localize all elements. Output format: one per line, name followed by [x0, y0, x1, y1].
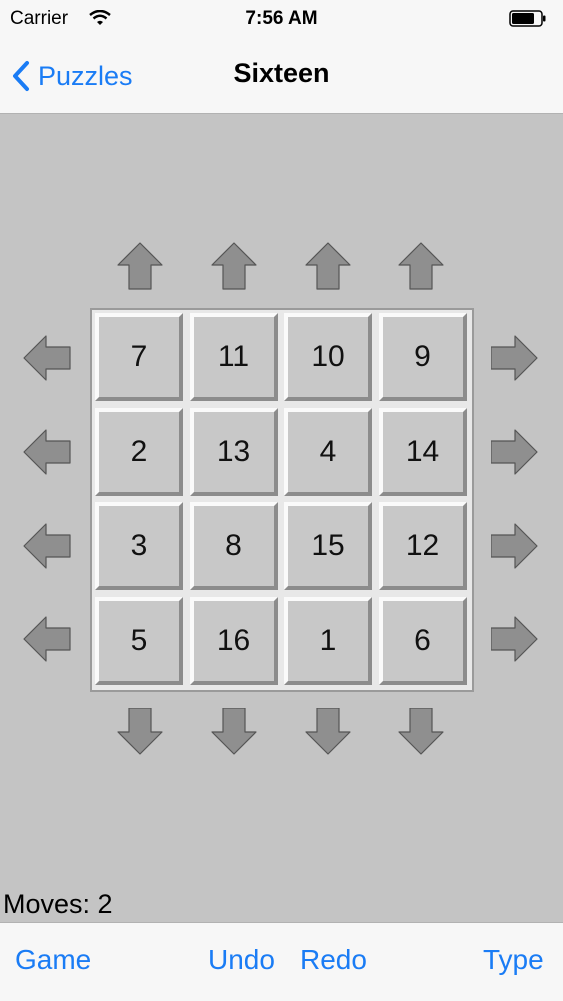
undo-button[interactable]: Undo — [208, 944, 275, 976]
arrow-left-icon[interactable] — [22, 615, 72, 665]
arrow-down-icon[interactable] — [210, 708, 260, 758]
tile[interactable]: 15 — [284, 502, 372, 590]
arrow-left-icon[interactable] — [22, 334, 72, 384]
arrow-right-icon[interactable] — [491, 428, 541, 478]
moves-counter: Moves: 2 — [3, 889, 113, 919]
redo-button[interactable]: Redo — [300, 944, 367, 976]
arrow-right-icon[interactable] — [491, 615, 541, 665]
arrow-right-icon[interactable] — [491, 522, 541, 572]
arrow-down-icon[interactable] — [304, 708, 354, 758]
arrow-right-icon[interactable] — [491, 334, 541, 384]
tile[interactable]: 9 — [378, 313, 467, 401]
tile[interactable]: 4 — [284, 407, 372, 496]
page-title: Sixteen — [233, 58, 330, 88]
battery-icon — [509, 10, 546, 27]
arrow-down-icon[interactable] — [397, 708, 447, 758]
type-button[interactable]: Type — [483, 944, 544, 976]
arrow-up-icon[interactable] — [210, 241, 260, 291]
arrow-down-icon[interactable] — [116, 708, 166, 758]
puzzle-board: 7 11 10 9 2 13 4 14 3 8 15 12 5 16 1 6 — [90, 308, 474, 692]
tile[interactable]: 6 — [378, 596, 467, 685]
tile[interactable]: 5 — [95, 596, 183, 685]
tile[interactable]: 10 — [284, 313, 372, 401]
tile[interactable]: 12 — [378, 502, 467, 590]
status-time: 7:56 AM — [245, 8, 318, 29]
tile[interactable]: 14 — [378, 407, 467, 496]
tile[interactable]: 2 — [95, 407, 183, 496]
tile[interactable]: 1 — [284, 596, 372, 685]
arrow-up-icon[interactable] — [304, 241, 354, 291]
navigation-bar: Puzzles Sixteen — [0, 38, 563, 114]
tile[interactable]: 3 — [95, 502, 183, 590]
arrow-left-icon[interactable] — [22, 522, 72, 572]
arrow-up-icon[interactable] — [397, 241, 447, 291]
tile[interactable]: 13 — [189, 407, 278, 496]
arrow-up-icon[interactable] — [116, 241, 166, 291]
status-bar: Carrier 7:56 AM — [0, 0, 563, 38]
bottom-toolbar: Game Undo Redo Type — [0, 922, 563, 1001]
arrow-left-icon[interactable] — [22, 428, 72, 478]
tile[interactable]: 7 — [95, 313, 183, 401]
tile[interactable]: 16 — [189, 596, 278, 685]
game-button[interactable]: Game — [15, 944, 91, 976]
tile[interactable]: 11 — [189, 313, 278, 401]
tile[interactable]: 8 — [189, 502, 278, 590]
